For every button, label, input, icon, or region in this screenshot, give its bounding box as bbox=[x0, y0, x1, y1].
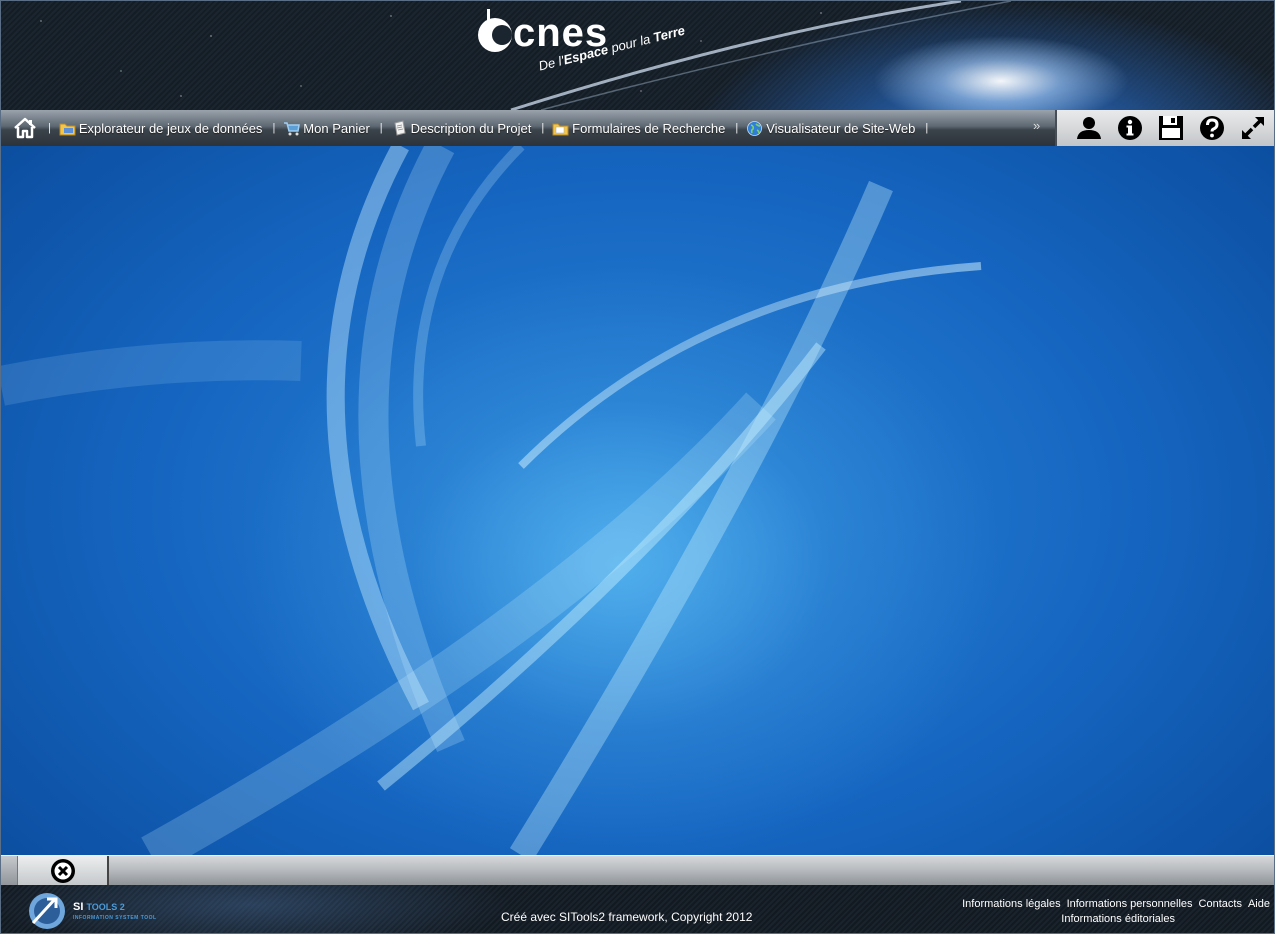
nav-item-cart[interactable]: Mon Panier bbox=[283, 120, 370, 137]
personal-info-link[interactable]: Informations personnelles bbox=[1067, 898, 1193, 910]
fullscreen-icon bbox=[1241, 117, 1264, 139]
nav-item-label: Formulaires de Recherche bbox=[572, 120, 726, 136]
folder-explorer-icon bbox=[59, 120, 76, 137]
main-toolbar: | Explorateur de jeux de données | Mon P… bbox=[1, 110, 1274, 146]
nav-separator: | bbox=[272, 122, 276, 134]
toolbar-tools bbox=[1055, 110, 1274, 146]
fullscreen-button[interactable] bbox=[1232, 110, 1273, 146]
desktop-wallpaper bbox=[1, 146, 982, 855]
nav-separator: | bbox=[379, 122, 383, 134]
nav-separator: | bbox=[925, 122, 929, 134]
close-all-windows-button[interactable] bbox=[18, 856, 109, 886]
copyright-text: Créé avec SITools2 framework, Copyright … bbox=[501, 910, 753, 924]
folder-search-icon bbox=[552, 120, 569, 137]
sitools-logo: SI TOOLS 2 INFORMATION SYSTEM TOOL bbox=[25, 889, 175, 929]
nav-item-label: Mon Panier bbox=[303, 120, 370, 136]
document-icon bbox=[391, 120, 408, 137]
help-button[interactable] bbox=[1191, 110, 1232, 146]
legal-info-link[interactable]: Informations légales bbox=[962, 898, 1060, 910]
nav-item-website-viewer[interactable]: Visualisateur de Site-Web bbox=[746, 120, 915, 137]
nav-item-project-description[interactable]: Description du Projet bbox=[391, 120, 532, 137]
help-link[interactable]: Aide bbox=[1248, 898, 1270, 910]
shopping-cart-icon bbox=[283, 120, 301, 137]
cnes-logo: cnes De l'Espace pour la Terre bbox=[475, 5, 686, 97]
info-button[interactable] bbox=[1109, 110, 1150, 146]
nav-separator: | bbox=[541, 122, 545, 134]
nav-overflow-button[interactable]: » bbox=[1033, 118, 1040, 133]
help-icon bbox=[1199, 116, 1224, 140]
cnes-logo-icon bbox=[478, 9, 512, 52]
user-button[interactable] bbox=[1068, 110, 1109, 146]
save-icon bbox=[1158, 116, 1183, 140]
footer-links: Informations légales Informations personn… bbox=[940, 896, 1270, 926]
info-icon bbox=[1117, 116, 1142, 140]
nav-item-label: Visualisateur de Site-Web bbox=[766, 120, 916, 136]
nav-item-search-forms[interactable]: Formulaires de Recherche bbox=[552, 120, 725, 137]
module-navbar: | Explorateur de jeux de données | Mon P… bbox=[1, 110, 1055, 146]
editorial-info-link[interactable]: Informations éditoriales bbox=[1061, 913, 1175, 925]
nav-item-label: Description du Projet bbox=[410, 120, 532, 136]
save-button[interactable] bbox=[1150, 110, 1191, 146]
nav-item-label: Explorateur de jeux de données bbox=[78, 120, 263, 136]
nav-separator: | bbox=[735, 122, 739, 134]
user-icon bbox=[1076, 117, 1101, 139]
contacts-link[interactable]: Contacts bbox=[1199, 898, 1242, 910]
app-window: cnes De l'Espace pour la Terre | Explora… bbox=[0, 0, 1275, 934]
close-icon bbox=[50, 859, 75, 883]
globe-icon bbox=[746, 120, 763, 137]
sitools-logo-icon bbox=[29, 893, 65, 929]
desktop-area[interactable] bbox=[1, 146, 1274, 855]
taskbar bbox=[1, 855, 1274, 886]
footer: SI TOOLS 2 INFORMATION SYSTEM TOOL Créé … bbox=[1, 885, 1274, 933]
home-button[interactable] bbox=[12, 115, 38, 141]
home-icon bbox=[14, 117, 36, 139]
header-banner: cnes De l'Espace pour la Terre bbox=[1, 1, 1274, 110]
nav-separator: | bbox=[48, 122, 51, 134]
nav-item-dataset-explorer[interactable]: Explorateur de jeux de données bbox=[59, 120, 263, 137]
